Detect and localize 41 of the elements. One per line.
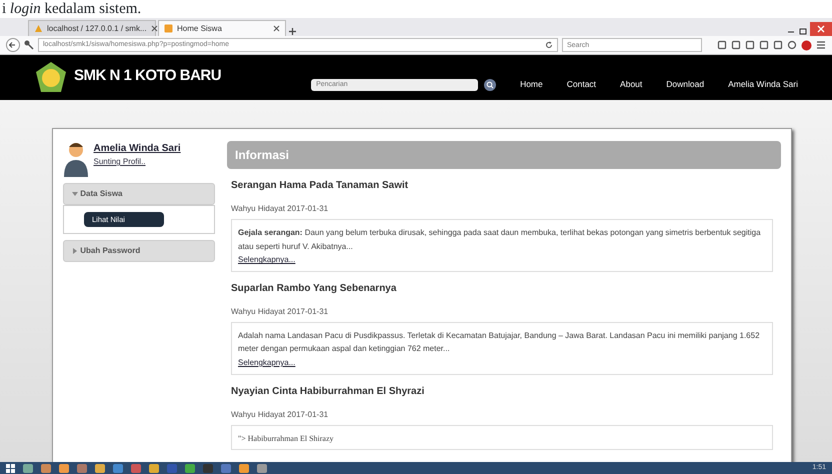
back-icon[interactable] bbox=[6, 38, 20, 52]
restore-icon[interactable] bbox=[798, 26, 808, 36]
post-excerpt: Gejala serangan: Daun yang belum terbuka dirusak, sehingga pada saat daun membuka, terlihat bekas potongan yang simetris berbentuk segitiga atau seperti huruf V. Akibatnya... bbox=[238, 227, 762, 253]
browser-tab[interactable]: localhost / 127.0.0.1 / smk... bbox=[28, 20, 156, 36]
section-header: Informasi bbox=[227, 141, 781, 169]
caret-down-icon bbox=[72, 191, 78, 197]
caret-right-icon bbox=[72, 248, 78, 254]
user-name-link[interactable]: Amelia Winda Sari bbox=[94, 141, 181, 156]
browser-tab[interactable]: Home Siswa bbox=[158, 20, 286, 36]
post-meta: Wahyu Hidayat 2017-01-31 bbox=[231, 408, 330, 421]
nav-link[interactable]: Amelia Winda Sari bbox=[728, 78, 798, 91]
menu-icon[interactable] bbox=[816, 40, 826, 50]
read-more-link[interactable]: Selengkapnya... bbox=[238, 255, 296, 264]
nav-link[interactable]: Download bbox=[666, 78, 704, 91]
post-title: Nyayian Cinta Habiburrahman El Shyrazi bbox=[231, 384, 426, 399]
close-icon[interactable] bbox=[273, 25, 280, 32]
nav-link[interactable]: Contact bbox=[566, 78, 596, 91]
nav-link[interactable]: About bbox=[620, 78, 642, 91]
school-logo-icon bbox=[34, 60, 68, 94]
read-more-link[interactable]: Selengkapnya... bbox=[238, 358, 296, 367]
search-icon[interactable] bbox=[484, 78, 496, 90]
post-title: Serangan Hama Pada Tanaman Sawit bbox=[231, 179, 410, 193]
post-excerpt: "> Habiburrahman El Shirazy bbox=[238, 432, 335, 445]
post-meta: Wahyu Hidayat 2017-01-31 bbox=[231, 203, 330, 215]
post-title: Suparlan Rambo Yang Sebenarnya bbox=[231, 282, 398, 296]
menu-header[interactable]: Data Siswa bbox=[63, 183, 215, 205]
page-icon bbox=[164, 24, 173, 33]
menu-header[interactable]: Ubah Password bbox=[63, 240, 215, 262]
page-icon bbox=[34, 24, 43, 33]
brand-name: SMK N 1 KOTO BARU bbox=[74, 66, 222, 86]
windows-logo-icon[interactable] bbox=[6, 464, 15, 472]
post-meta: Wahyu Hidayat 2017-01-31 bbox=[231, 306, 330, 318]
user-avatar-icon bbox=[63, 141, 89, 177]
post-excerpt: Adalah nama Landasan Pacu di Pusdikpassus. Terletak di Kecamatan Batujajar, Bandung – Jawa Barat. Landasan Pacu ini memiliki panjang 1.652 meter dengan permukaan aspal dan ketinggian 762 meter... bbox=[238, 330, 761, 356]
new-tab-icon[interactable] bbox=[288, 27, 297, 36]
close-icon[interactable] bbox=[810, 22, 832, 36]
key-icon bbox=[24, 40, 34, 50]
edit-profile-link[interactable]: Sunting Profil.. bbox=[94, 156, 181, 168]
nav-link[interactable]: Home bbox=[520, 78, 543, 91]
reload-icon[interactable] bbox=[545, 41, 553, 49]
close-icon[interactable] bbox=[150, 25, 158, 32]
